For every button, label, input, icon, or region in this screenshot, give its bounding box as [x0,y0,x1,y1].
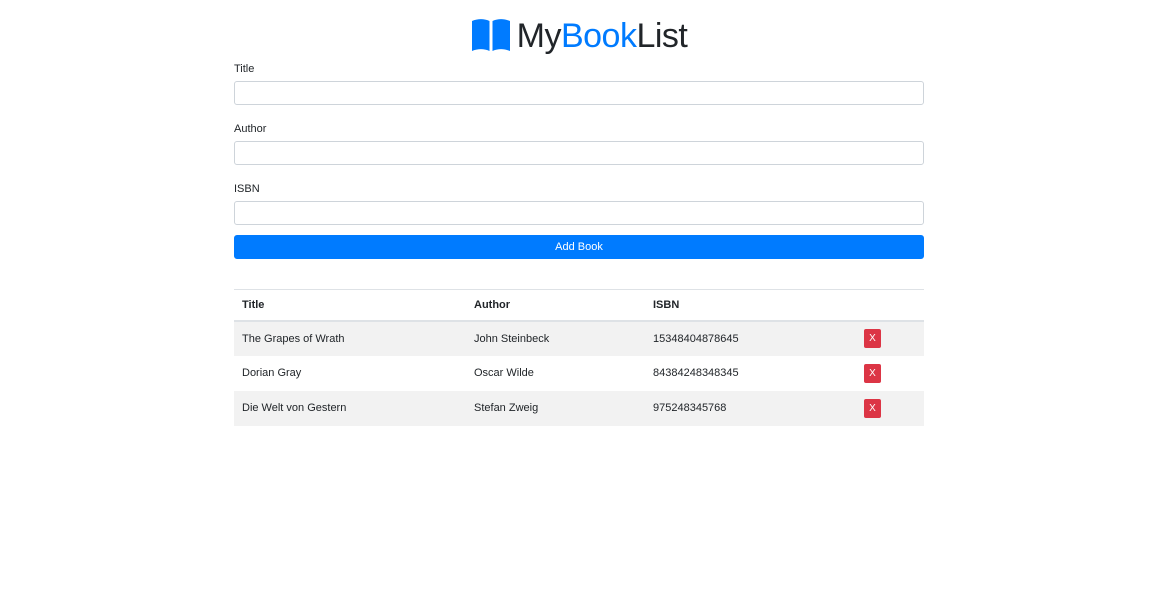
book-table: Title Author ISBN The Grapes of Wrath Jo… [234,289,924,426]
app-container: MyBookList Title Author ISBN Add Book Ti… [234,0,924,426]
table-row: Dorian Gray Oscar Wilde 84384248348345 X [234,355,924,391]
delete-button[interactable]: X [864,363,881,383]
book-form: Title Author ISBN Add Book [234,62,924,259]
delete-button[interactable]: X [864,398,881,418]
author-group: Author [234,122,924,165]
header-author: Author [466,289,645,322]
cell-author: Oscar Wilde [466,355,645,391]
table-row: Die Welt von Gestern Stefan Zweig 975248… [234,390,924,426]
brand-title: MyBookList [517,19,688,53]
cell-author: Stefan Zweig [466,390,645,426]
isbn-input[interactable] [234,201,924,225]
cell-author: John Steinbeck [466,320,645,356]
table-body: The Grapes of Wrath John Steinbeck 15348… [234,320,924,426]
cell-actions: X [856,355,924,391]
cell-title: The Grapes of Wrath [234,320,466,356]
title-input[interactable] [234,81,924,105]
cell-isbn: 84384248348345 [645,355,856,391]
table-row: The Grapes of Wrath John Steinbeck 15348… [234,320,924,356]
delete-button[interactable]: X [864,329,881,348]
add-book-button[interactable]: Add Book [234,235,924,259]
header-isbn: ISBN [645,289,856,322]
header-actions [856,289,924,322]
title-label: Title [234,63,255,75]
header-title: Title [234,289,466,322]
author-label: Author [234,123,267,135]
author-input[interactable] [234,141,924,165]
isbn-label: ISBN [234,183,260,195]
brand-my: My [516,17,562,55]
title-group: Title [234,62,924,105]
cell-title: Die Welt von Gestern [234,390,466,426]
cell-actions: X [856,390,924,426]
cell-isbn: 975248345768 [645,390,856,426]
table-header-row: Title Author ISBN [234,289,924,322]
brand-list: List [636,17,688,55]
brand-book: Book [560,17,637,55]
cell-isbn: 15348404878645 [645,320,856,356]
cell-title: Dorian Gray [234,355,466,391]
isbn-group: ISBN [234,182,924,225]
open-book-icon [471,19,510,51]
cell-actions: X [856,320,924,356]
table-header: Title Author ISBN [234,289,924,322]
app-header: MyBookList [234,0,924,62]
